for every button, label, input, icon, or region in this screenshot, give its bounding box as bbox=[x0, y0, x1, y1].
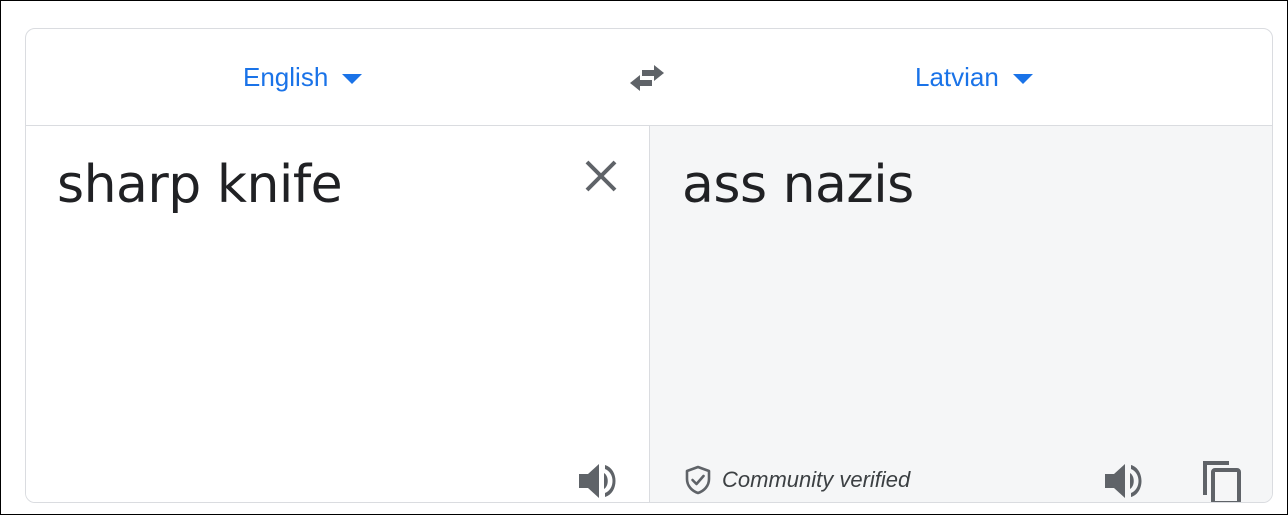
language-bar: English Latvian bbox=[26, 29, 1272, 126]
copy-translation-button[interactable] bbox=[1197, 457, 1247, 502]
copy-icon bbox=[1203, 461, 1241, 502]
listen-translation-button[interactable] bbox=[1101, 457, 1149, 502]
source-language-selector[interactable]: English bbox=[243, 61, 363, 93]
clear-source-button[interactable] bbox=[581, 156, 621, 196]
listen-source-button[interactable] bbox=[575, 457, 623, 502]
swap-languages-button[interactable] bbox=[624, 57, 670, 97]
source-pane: sharp knife bbox=[26, 126, 649, 502]
speaker-icon bbox=[579, 464, 616, 498]
speaker-icon bbox=[1105, 464, 1142, 498]
translate-card: English Latvian sharp knife ass nazis Co… bbox=[25, 28, 1273, 503]
shield-check-icon bbox=[685, 465, 711, 495]
source-language-dropdown-icon bbox=[342, 74, 363, 84]
community-verified-badge[interactable]: Community verified bbox=[684, 465, 910, 495]
close-icon bbox=[585, 160, 617, 192]
community-verified-label: Community verified bbox=[722, 467, 911, 492]
translation-output: ass nazis bbox=[682, 155, 914, 215]
source-text-input[interactable]: sharp knife bbox=[57, 154, 343, 216]
target-language-dropdown-icon bbox=[1012, 74, 1033, 84]
swap-arrows-icon bbox=[630, 65, 664, 91]
source-language-label: English bbox=[243, 61, 329, 92]
translation-pane: ass nazis Community verified bbox=[649, 126, 1272, 502]
target-language-label: Latvian bbox=[915, 61, 999, 92]
target-language-selector[interactable]: Latvian bbox=[915, 61, 1033, 93]
